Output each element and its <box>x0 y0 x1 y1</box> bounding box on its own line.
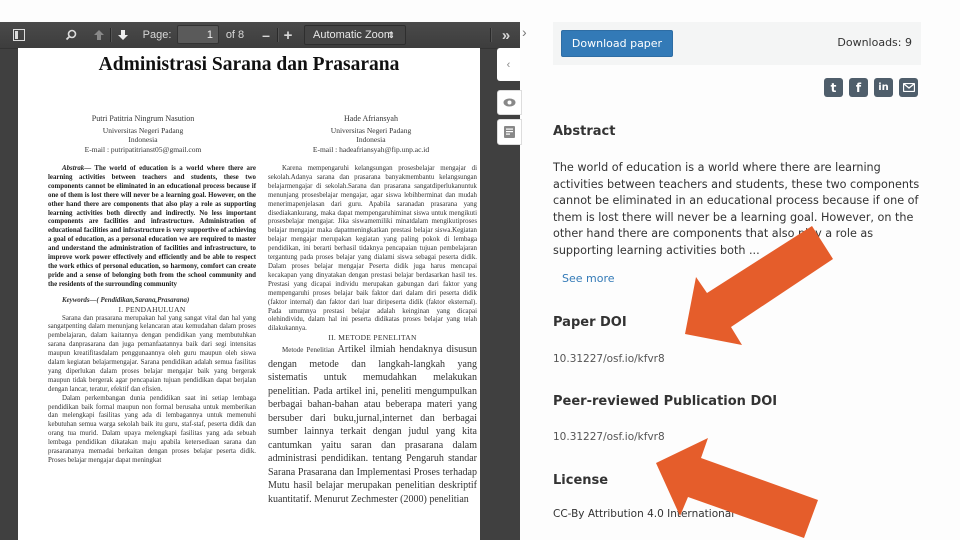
find-button[interactable] <box>60 22 82 48</box>
sidebar-toggle-icon <box>13 29 25 41</box>
toolbar-separator <box>110 28 111 42</box>
twitter-icon[interactable]: t <box>824 78 843 97</box>
arrow-down-icon <box>118 30 128 40</box>
download-count: Downloads: 9 <box>837 36 912 49</box>
author-block: Hade Afriansyah Universitas Negeri Padan… <box>276 114 466 154</box>
page-label: Page: <box>142 29 172 41</box>
arrow-up-icon <box>94 30 104 40</box>
paper-doi-value[interactable]: 10.31227/osf.io/kfvr8 <box>553 353 665 365</box>
collapse-tab[interactable]: ‹ <box>497 48 520 81</box>
chevron-right-icon[interactable]: › <box>522 24 527 40</box>
zoom-select[interactable]: Automatic Zoom ⇕ <box>304 25 406 45</box>
author-block: Putri Patitria Ningrum Nasution Universi… <box>48 114 238 154</box>
see-more-link[interactable]: See more <box>562 272 615 285</box>
previous-page-button[interactable] <box>88 22 110 48</box>
peer-doi-heading: Peer-reviewed Publication DOI <box>553 394 778 409</box>
download-paper-button[interactable]: Download paper <box>561 30 673 57</box>
view-tab[interactable] <box>497 90 522 115</box>
document-icon <box>504 126 515 138</box>
section-heading: II. METODE PENELITAN <box>328 333 417 343</box>
download-bar: Download paper Downloads: 9 <box>553 22 921 65</box>
search-icon <box>65 29 77 41</box>
license-value: CC-By Attribution 4.0 International <box>553 508 735 520</box>
chevron-left-icon: ‹ <box>506 58 511 71</box>
paper-abstract: Abstrak— The world of education is a wor… <box>48 165 256 290</box>
author-name: Hade Afriansyah <box>344 114 398 123</box>
paragraph: Metode Penelitian Artikel ilmiah hendakn… <box>268 343 477 506</box>
eye-icon <box>503 98 516 107</box>
method-body: Artikel ilmiah hendaknya disusun dengan … <box>268 344 477 505</box>
left-column: Abstrak— The world of education is a wor… <box>48 165 256 466</box>
author-country: Indonesia <box>128 135 158 144</box>
paragraph: Dalam perkembangan dunia pendidikan saat… <box>48 394 256 464</box>
author-name: Putri Patitria Ningrum Nasution <box>91 114 195 123</box>
zoom-out-button[interactable]: – <box>258 22 274 48</box>
abstract-label: Abstrak <box>62 165 85 172</box>
zoom-in-button[interactable]: + <box>280 22 296 48</box>
abstract-body: — The world of education is a world wher… <box>48 165 256 288</box>
sidebar-toggle-button[interactable] <box>6 22 32 48</box>
notes-tab[interactable] <box>497 119 522 145</box>
method-lead: Metode Penelitian <box>282 346 338 355</box>
author-country: Indonesia <box>356 135 386 144</box>
select-caret-icon: ⇕ <box>387 30 395 40</box>
peer-doi-value[interactable]: 10.31227/osf.io/kfvr8 <box>553 431 665 443</box>
facebook-icon[interactable]: f <box>849 78 868 97</box>
abstract-heading: Abstract <box>553 124 616 139</box>
envelope-glyph <box>902 83 915 92</box>
tools-menu-button[interactable]: » <box>496 22 516 48</box>
next-page-button[interactable] <box>112 22 134 48</box>
paper-title: Administrasi Sarana dan Prasarana <box>98 54 400 75</box>
zoom-select-value: Automatic Zoom <box>313 29 394 41</box>
toolbar-separator <box>277 28 278 42</box>
author-affiliation: Universitas Negeri Padang <box>330 125 412 135</box>
paragraph: Karena mempengaruhi kelangsungan prosesb… <box>268 165 477 333</box>
toolbar-separator <box>490 28 491 42</box>
paper-doi-heading: Paper DOI <box>553 315 627 330</box>
page-total: of 8 <box>225 29 245 41</box>
pdf-toolbar: Page: 1 of 8 – + Automatic Zoom ⇕ » <box>0 22 520 49</box>
pdf-viewer: Page: 1 of 8 – + Automatic Zoom ⇕ » Admi… <box>0 22 520 540</box>
author-email: E-mail : hadeafriansyah@fip.unp.ac.id <box>312 144 430 154</box>
license-heading: License <box>553 473 609 488</box>
abstract-text: The world of education is a world where … <box>553 161 920 257</box>
right-column: Karena mempengaruhi kelangsungan prosesb… <box>268 165 477 506</box>
author-email: E-mail : putripatitrianst05@gmail.com <box>84 144 202 154</box>
page-number-input[interactable]: 1 <box>177 25 219 44</box>
author-affiliation: Universitas Negeri Padang <box>102 125 184 135</box>
email-icon[interactable] <box>899 78 918 97</box>
section-heading: I. PENDAHULUAN <box>118 304 186 314</box>
paragraph: Sarana dan prasarana merupakan hal yang … <box>48 314 256 393</box>
arrow-annotation-icon <box>656 438 818 538</box>
linkedin-icon[interactable]: in <box>874 78 893 97</box>
pdf-page: Administrasi Sarana dan Prasarana Putri … <box>18 48 480 540</box>
